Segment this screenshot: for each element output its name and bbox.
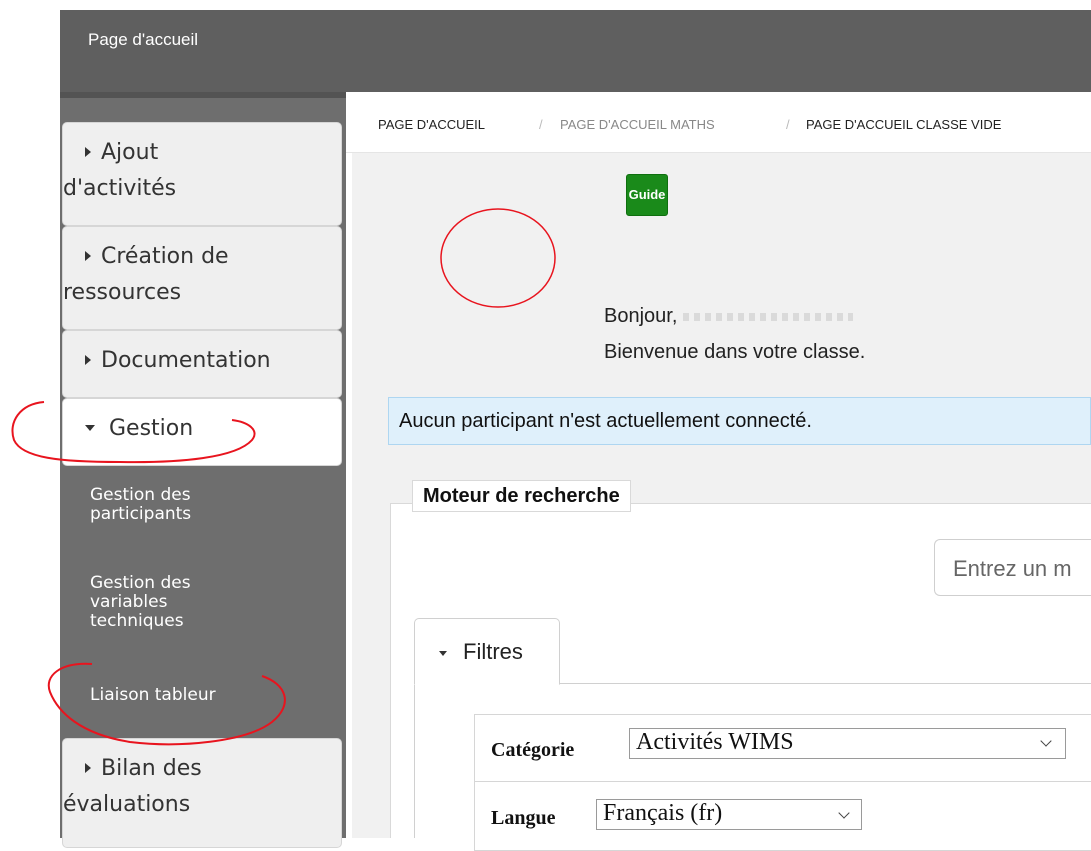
language-select[interactable]: Français (fr) bbox=[596, 799, 862, 830]
breadcrumb-item-classe-vide: Page d'accueil classe vide bbox=[806, 117, 1002, 132]
breadcrumb: Page d'accueil / Page d'accueil Maths / … bbox=[346, 100, 1091, 153]
blurred-username bbox=[682, 312, 853, 321]
breadcrumb-separator: / bbox=[786, 117, 790, 132]
search-input[interactable]: Entrez un m bbox=[934, 539, 1091, 596]
search-engine-legend: Moteur de recherche bbox=[412, 480, 631, 512]
greeting-text: Bonjour, bbox=[604, 305, 853, 328]
filter-row-category: Catégorie Activités WIMS bbox=[474, 714, 1091, 782]
caret-right-icon bbox=[85, 355, 91, 365]
sidebar-subitem-gestion-variables[interactable]: Gestion des variables techniques bbox=[90, 574, 290, 631]
sidebar-item-documentation[interactable]: Documentation bbox=[62, 330, 342, 398]
caret-right-icon bbox=[85, 251, 91, 261]
top-bar: Page d'accueil bbox=[60, 0, 1091, 92]
caret-down-icon bbox=[439, 651, 447, 656]
filter-row-language: Langue Français (fr) bbox=[474, 781, 1091, 851]
category-select[interactable]: Activités WIMS bbox=[629, 728, 1066, 759]
sidebar-subitem-liaison-tableur[interactable]: Liaison tableur bbox=[90, 686, 290, 705]
welcome-text: Bienvenue dans votre classe. bbox=[604, 341, 866, 363]
sidebar-item-gestion[interactable]: Gestion bbox=[62, 398, 342, 466]
category-label: Catégorie bbox=[491, 739, 575, 761]
sidebar-item-ajout-activites[interactable]: Ajout d'activités bbox=[62, 122, 342, 226]
sidebar-item-bilan-evaluations[interactable]: Bilan des évaluations bbox=[62, 738, 342, 848]
breadcrumb-item-maths[interactable]: Page d'accueil Maths bbox=[560, 117, 715, 132]
breadcrumb-separator: / bbox=[539, 117, 543, 132]
breadcrumb-item-accueil[interactable]: Page d'accueil bbox=[378, 117, 485, 132]
language-label: Langue bbox=[491, 807, 556, 829]
connection-notice: Aucun participant n'est actuellement con… bbox=[388, 397, 1091, 445]
caret-down-icon bbox=[85, 424, 95, 431]
chevron-down-icon bbox=[838, 807, 850, 819]
sidebar-item-creation-ressources[interactable]: Création de ressources bbox=[62, 226, 342, 330]
guide-button[interactable]: Guide bbox=[626, 174, 668, 216]
filters-tab[interactable]: Filtres bbox=[414, 618, 560, 685]
caret-right-icon bbox=[85, 147, 91, 157]
sidebar-subitem-gestion-participants[interactable]: Gestion des participants bbox=[90, 486, 290, 524]
chevron-down-icon bbox=[1040, 735, 1052, 747]
caret-right-icon bbox=[85, 763, 91, 773]
sidebar: Ajout d'activités Création de ressources… bbox=[60, 92, 346, 848]
page-title[interactable]: Page d'accueil bbox=[88, 30, 198, 50]
